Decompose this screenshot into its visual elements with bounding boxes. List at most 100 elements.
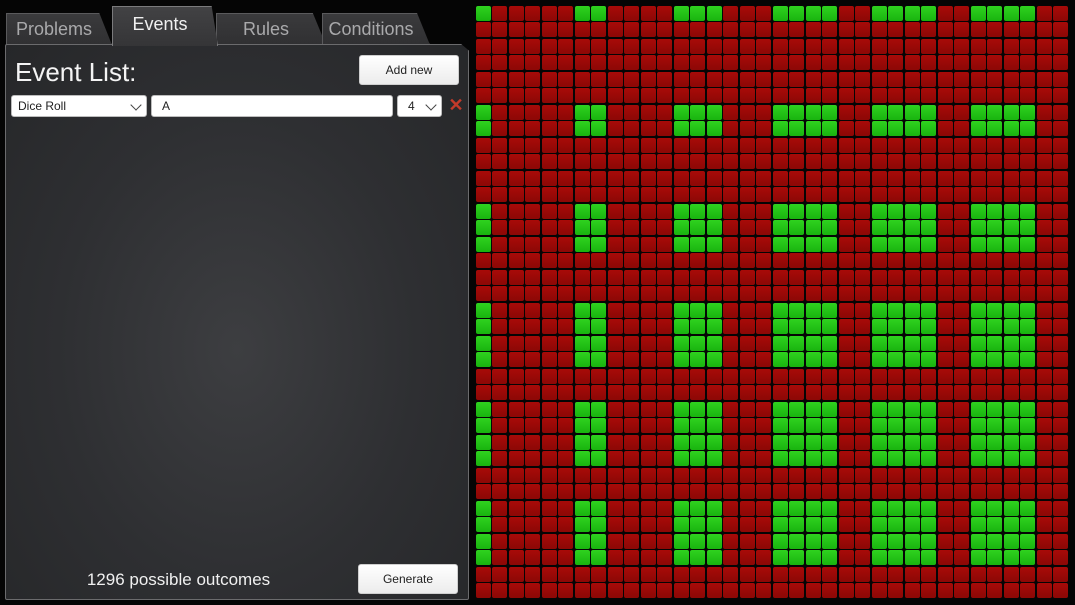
outcome-cell bbox=[723, 154, 739, 170]
outcome-cell bbox=[904, 368, 920, 384]
outcome-cell bbox=[574, 319, 590, 335]
tab-rules[interactable]: Rules bbox=[216, 13, 326, 45]
outcome-cell bbox=[706, 319, 722, 335]
outcome-cell bbox=[871, 121, 887, 137]
outcome-cell bbox=[838, 385, 854, 401]
outcome-cell bbox=[987, 566, 1003, 582]
outcome-cell bbox=[558, 401, 574, 417]
outcome-cell bbox=[756, 434, 772, 450]
outcome-cell bbox=[1036, 269, 1052, 285]
event-type-select[interactable]: Dice Roll bbox=[11, 95, 147, 117]
outcome-cell bbox=[624, 566, 640, 582]
add-new-button[interactable]: Add new bbox=[359, 55, 459, 85]
outcome-cell bbox=[476, 220, 491, 236]
outcome-cell bbox=[492, 484, 508, 500]
outcome-cell bbox=[921, 517, 937, 533]
outcome-cell bbox=[1020, 500, 1036, 516]
outcome-cell bbox=[987, 500, 1003, 516]
outcome-cell bbox=[871, 401, 887, 417]
outcome-cell bbox=[574, 533, 590, 549]
remove-event-icon[interactable]: ✕ bbox=[448, 95, 463, 115]
outcome-cell bbox=[970, 236, 986, 252]
outcome-cell bbox=[954, 401, 970, 417]
tab-label: Conditions bbox=[328, 19, 414, 39]
outcome-cell bbox=[508, 302, 524, 318]
outcome-cell bbox=[904, 203, 920, 219]
outcome-cell bbox=[756, 253, 772, 269]
outcome-cell bbox=[739, 517, 755, 533]
outcome-cell bbox=[888, 253, 904, 269]
outcome-cell bbox=[706, 418, 722, 434]
outcome-cell bbox=[492, 236, 508, 252]
outcome-cell bbox=[987, 253, 1003, 269]
tab-problems[interactable]: Problems bbox=[6, 13, 112, 45]
outcome-cell bbox=[1036, 302, 1052, 318]
outcome-cell bbox=[772, 385, 788, 401]
outcome-cell bbox=[789, 550, 805, 566]
outcome-cell bbox=[706, 533, 722, 549]
outcome-cell bbox=[640, 121, 656, 137]
outcome-cell bbox=[558, 467, 574, 483]
outcome-cell bbox=[855, 385, 871, 401]
outcome-cell bbox=[706, 121, 722, 137]
event-count-select[interactable]: 4 bbox=[397, 95, 442, 117]
outcome-cell bbox=[822, 467, 838, 483]
outcome-cell bbox=[954, 335, 970, 351]
outcome-cell bbox=[657, 401, 673, 417]
outcome-cell bbox=[541, 55, 557, 71]
outcome-cell bbox=[607, 451, 623, 467]
outcome-cell bbox=[855, 335, 871, 351]
outcome-cell bbox=[591, 38, 607, 54]
outcome-cell bbox=[492, 368, 508, 384]
outcome-cell bbox=[1053, 335, 1068, 351]
outcome-cell bbox=[954, 418, 970, 434]
outcome-cell bbox=[1036, 88, 1052, 104]
tab-conditions[interactable]: Conditions bbox=[322, 13, 430, 45]
outcome-cell bbox=[921, 121, 937, 137]
outcome-cell bbox=[723, 121, 739, 137]
outcome-cell bbox=[1036, 352, 1052, 368]
outcome-cell bbox=[624, 170, 640, 186]
outcome-cell bbox=[871, 71, 887, 87]
outcome-cell bbox=[937, 253, 953, 269]
outcome-cell bbox=[805, 434, 821, 450]
outcome-cell bbox=[607, 104, 623, 120]
outcome-cell bbox=[706, 38, 722, 54]
outcome-cell bbox=[987, 71, 1003, 87]
outcome-cell bbox=[871, 533, 887, 549]
outcome-cell bbox=[970, 38, 986, 54]
outcome-cell bbox=[1020, 170, 1036, 186]
outcome-cell bbox=[657, 55, 673, 71]
outcome-cell bbox=[1020, 434, 1036, 450]
outcome-cell bbox=[987, 484, 1003, 500]
outcome-cell bbox=[525, 22, 541, 38]
outcome-cell bbox=[492, 71, 508, 87]
outcome-cell bbox=[904, 451, 920, 467]
outcome-cell bbox=[921, 154, 937, 170]
outcome-cell bbox=[855, 566, 871, 582]
outcome-cell bbox=[838, 6, 854, 21]
outcome-cell bbox=[574, 170, 590, 186]
generate-button[interactable]: Generate bbox=[358, 564, 458, 594]
outcome-cell bbox=[706, 71, 722, 87]
outcome-cell bbox=[525, 500, 541, 516]
event-name-input[interactable]: A bbox=[151, 95, 393, 117]
outcome-cell bbox=[574, 517, 590, 533]
tab-events[interactable]: Events bbox=[112, 6, 218, 46]
outcome-cell bbox=[541, 203, 557, 219]
outcome-cell bbox=[624, 137, 640, 153]
outcome-cell bbox=[1036, 319, 1052, 335]
outcome-cell bbox=[541, 550, 557, 566]
outcome-cell bbox=[805, 187, 821, 203]
outcome-cell bbox=[591, 286, 607, 302]
outcome-cell bbox=[855, 500, 871, 516]
outcome-cell bbox=[756, 385, 772, 401]
outcome-cell bbox=[574, 121, 590, 137]
outcome-cell bbox=[1020, 154, 1036, 170]
outcome-cell bbox=[690, 451, 706, 467]
outcome-cell bbox=[1053, 253, 1068, 269]
outcome-cell bbox=[904, 236, 920, 252]
outcome-cell bbox=[921, 583, 937, 598]
outcome-cell bbox=[937, 500, 953, 516]
outcome-cell bbox=[937, 269, 953, 285]
